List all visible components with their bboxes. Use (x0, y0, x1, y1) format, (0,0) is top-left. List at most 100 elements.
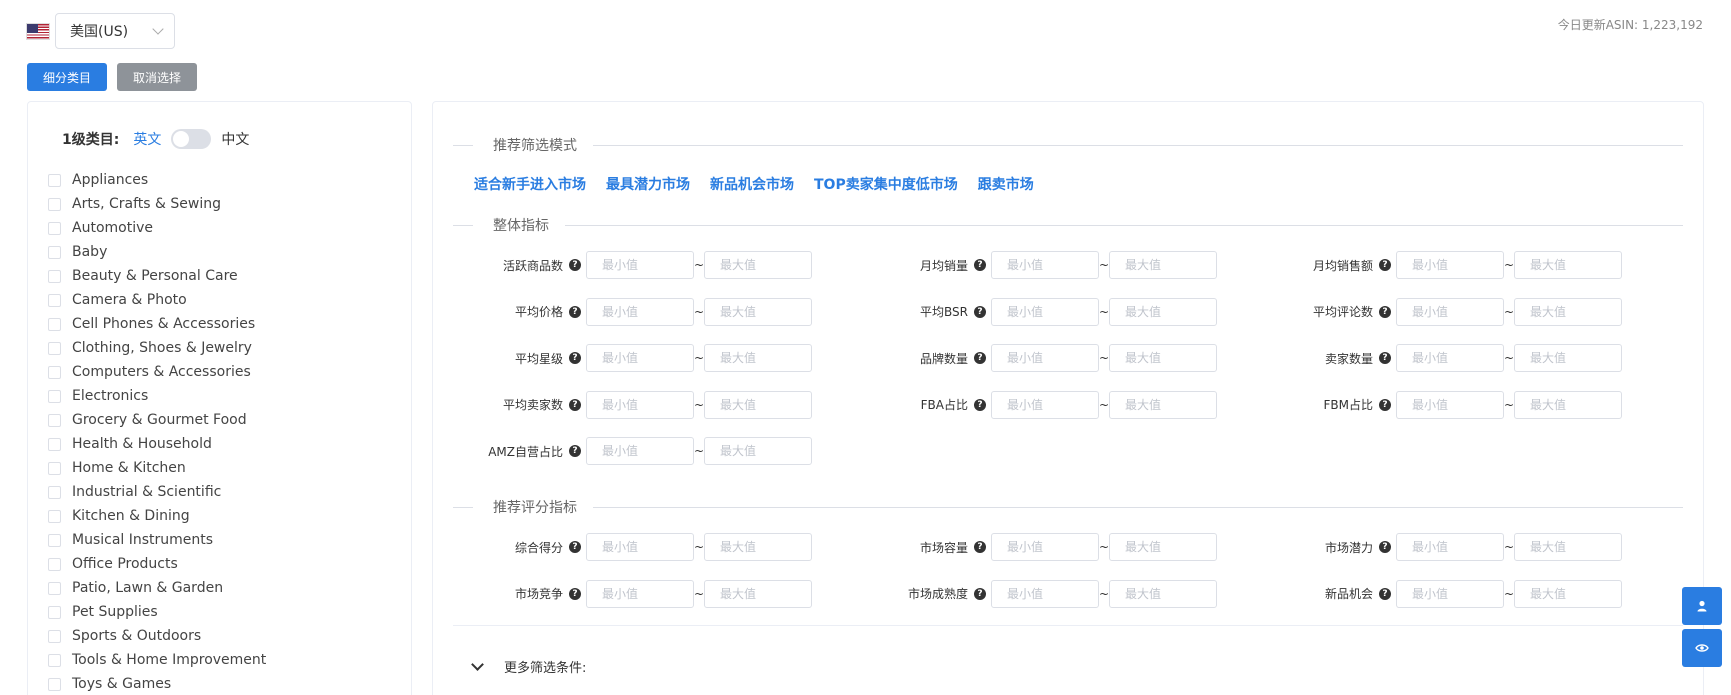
category-item[interactable]: Office Products (48, 552, 266, 576)
category-checkbox[interactable] (48, 461, 61, 475)
category-checkbox[interactable] (48, 605, 61, 619)
cancel-selection-button[interactable]: 取消选择 (117, 63, 197, 91)
help-icon[interactable]: ? (974, 398, 986, 411)
metric-min-input[interactable] (991, 579, 1099, 608)
metric-min-input[interactable] (991, 390, 1099, 419)
category-item[interactable]: Kitchen & Dining (48, 504, 266, 528)
metric-min-input[interactable] (991, 251, 1099, 279)
metric-max-input[interactable] (1514, 579, 1622, 608)
user-float-button[interactable] (1682, 587, 1722, 625)
metric-min-input[interactable] (1396, 579, 1504, 608)
help-icon[interactable]: ? (569, 259, 581, 271)
recommend-mode-link[interactable]: 最具潜力市场 (606, 174, 690, 194)
help-icon[interactable]: ? (1379, 398, 1391, 411)
lang-en-label[interactable]: 英文 (133, 129, 161, 149)
metric-max-input[interactable] (704, 390, 812, 419)
category-checkbox[interactable] (48, 677, 61, 691)
category-checkbox[interactable] (48, 245, 61, 259)
help-icon[interactable]: ? (569, 398, 581, 411)
category-checkbox[interactable] (48, 485, 61, 499)
category-item[interactable]: Camera & Photo (48, 288, 266, 312)
category-item[interactable]: Sports & Outdoors (48, 624, 266, 648)
category-checkbox[interactable] (48, 413, 61, 427)
metric-min-input[interactable] (991, 533, 1099, 561)
category-item[interactable]: Beauty & Personal Care (48, 264, 266, 288)
category-item[interactable]: Electronics (48, 384, 266, 408)
metric-max-input[interactable] (1514, 390, 1622, 419)
metric-max-input[interactable] (1109, 297, 1217, 326)
recommend-mode-link[interactable]: TOP卖家集中度低市场 (814, 174, 958, 194)
metric-min-input[interactable] (586, 344, 694, 372)
category-item[interactable]: Baby (48, 240, 266, 264)
recommend-mode-link[interactable]: 跟卖市场 (978, 174, 1034, 194)
metric-max-input[interactable] (1514, 533, 1622, 561)
category-checkbox[interactable] (48, 389, 61, 403)
lang-zh-label[interactable]: 中文 (221, 129, 249, 149)
metric-max-input[interactable] (1109, 344, 1217, 372)
metric-min-input[interactable] (586, 579, 694, 608)
category-item[interactable]: Arts, Crafts & Sewing (48, 192, 266, 216)
recommend-mode-link[interactable]: 适合新手进入市场 (474, 174, 586, 194)
metric-min-input[interactable] (1396, 344, 1504, 372)
metric-min-input[interactable] (991, 297, 1099, 326)
category-item[interactable]: Toys & Games (48, 672, 266, 695)
category-checkbox[interactable] (48, 269, 61, 283)
category-checkbox[interactable] (48, 197, 61, 211)
metric-max-input[interactable] (704, 297, 812, 326)
help-icon[interactable]: ? (1379, 352, 1391, 364)
category-checkbox[interactable] (48, 221, 61, 235)
category-checkbox[interactable] (48, 629, 61, 643)
help-icon[interactable]: ? (1379, 587, 1391, 600)
help-icon[interactable]: ? (974, 541, 986, 553)
metric-min-input[interactable] (586, 251, 694, 279)
category-item[interactable]: Automotive (48, 216, 266, 240)
category-checkbox[interactable] (48, 509, 61, 523)
help-icon[interactable]: ? (569, 352, 581, 364)
category-checkbox[interactable] (48, 437, 61, 451)
category-item[interactable]: Tools & Home Improvement (48, 648, 266, 672)
help-icon[interactable]: ? (974, 259, 986, 271)
metric-max-input[interactable] (1514, 297, 1622, 326)
language-toggle[interactable] (171, 129, 212, 149)
help-icon[interactable]: ? (569, 305, 581, 318)
metric-min-input[interactable] (991, 344, 1099, 372)
category-item[interactable]: Clothing, Shoes & Jewelry (48, 336, 266, 360)
category-item[interactable]: Musical Instruments (48, 528, 266, 552)
category-checkbox[interactable] (48, 533, 61, 547)
help-icon[interactable]: ? (1379, 541, 1391, 553)
metric-min-input[interactable] (1396, 390, 1504, 419)
metric-max-input[interactable] (704, 251, 812, 279)
metric-max-input[interactable] (704, 533, 812, 561)
help-icon[interactable]: ? (569, 541, 581, 553)
category-item[interactable]: Patio, Lawn & Garden (48, 576, 266, 600)
metric-max-input[interactable] (1109, 533, 1217, 561)
help-icon[interactable]: ? (974, 587, 986, 600)
metric-min-input[interactable] (586, 533, 694, 561)
category-item[interactable]: Home & Kitchen (48, 456, 266, 480)
metric-min-input[interactable] (586, 297, 694, 326)
metric-max-input[interactable] (1514, 251, 1622, 279)
category-checkbox[interactable] (48, 317, 61, 331)
category-checkbox[interactable] (48, 365, 61, 379)
category-item[interactable]: Cell Phones & Accessories (48, 312, 266, 336)
category-item[interactable]: Industrial & Scientific (48, 480, 266, 504)
subdivide-category-button[interactable]: 细分类目 (27, 63, 107, 91)
category-checkbox[interactable] (48, 581, 61, 595)
category-item[interactable]: Computers & Accessories (48, 360, 266, 384)
metric-max-input[interactable] (1514, 344, 1622, 372)
help-icon[interactable]: ? (1379, 259, 1391, 271)
category-item[interactable]: Grocery & Gourmet Food (48, 408, 266, 432)
more-filters-toggle[interactable]: 更多筛选条件: (471, 657, 586, 676)
category-checkbox[interactable] (48, 173, 61, 187)
metric-max-input[interactable] (1109, 579, 1217, 608)
metric-max-input[interactable] (704, 437, 812, 465)
category-item[interactable]: Pet Supplies (48, 600, 266, 624)
recommend-mode-link[interactable]: 新品机会市场 (710, 174, 794, 194)
category-checkbox[interactable] (48, 293, 61, 307)
help-icon[interactable]: ? (569, 587, 581, 600)
category-checkbox[interactable] (48, 557, 61, 571)
metric-min-input[interactable] (586, 437, 694, 465)
eye-float-button[interactable] (1682, 629, 1722, 667)
category-checkbox[interactable] (48, 653, 61, 667)
country-select[interactable]: 美国(US) (55, 13, 175, 49)
